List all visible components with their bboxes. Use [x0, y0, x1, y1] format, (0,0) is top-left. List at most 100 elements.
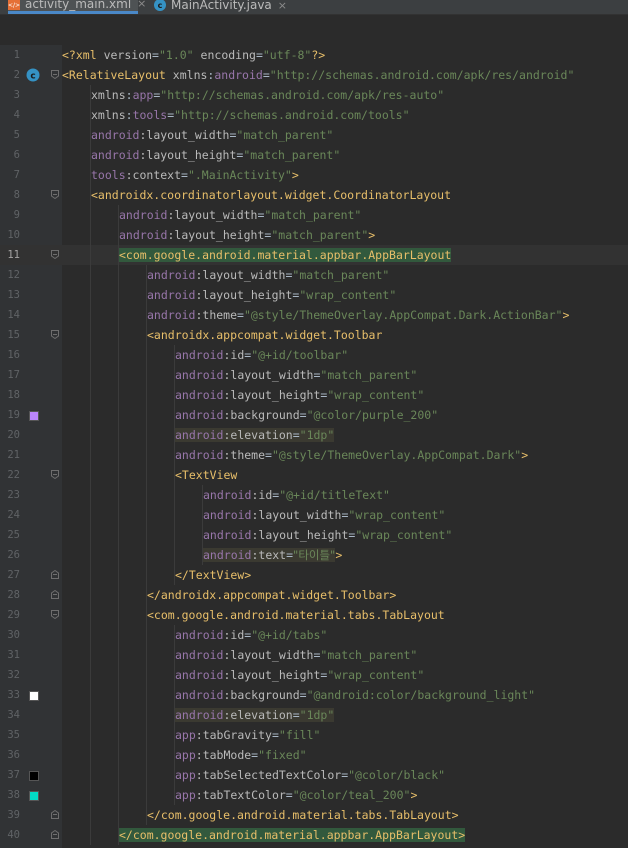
code-line[interactable]: 17 android:layout_width="match_parent" — [0, 365, 628, 385]
code-text[interactable]: <?xml version="1.0" encoding="utf-8"?> — [62, 45, 325, 65]
code-text[interactable]: <com.google.android.material.tabs.TabLay… — [62, 605, 445, 625]
code-line[interactable]: 40 </com.google.android.material.appbar.A… — [0, 825, 628, 845]
code-line[interactable]: 27 </TextView> — [0, 565, 628, 585]
code-text[interactable]: android:elevation="1dp" — [62, 425, 335, 445]
code-line[interactable]: 1 <?xml version="1.0" encoding="utf-8"?> — [0, 45, 628, 65]
code-text[interactable]: android:elevation="1dp" — [62, 705, 335, 725]
code-text[interactable]: android:layout_width="match_parent" — [62, 645, 417, 665]
code-text[interactable]: <TextView — [62, 465, 237, 485]
code-line[interactable]: 3 xmlns:app="http://schemas.android.com/a… — [0, 85, 628, 105]
code-text[interactable]: app:tabMode="fixed" — [62, 745, 307, 765]
fold-icon[interactable] — [51, 830, 59, 839]
code-text[interactable]: android:layout_width="match_parent" — [62, 125, 333, 145]
code-text[interactable]: xmlns:app="http://schemas.android.com/ap… — [62, 85, 444, 105]
fold-icon[interactable] — [51, 470, 59, 479]
fold-icon[interactable] — [51, 190, 59, 199]
code-line[interactable]: 31 android:layout_width="match_parent" — [0, 645, 628, 665]
code-text[interactable]: android:background="@android:color/backg… — [62, 685, 535, 705]
code-line[interactable]: 22 <TextView — [0, 465, 628, 485]
code-text[interactable]: android:id="@+id/tabs" — [62, 625, 327, 645]
code-text[interactable]: android:id="@+id/titleText" — [62, 485, 390, 505]
code-line[interactable]: 7 tools:context=".MainActivity"> — [0, 165, 628, 185]
code-line[interactable]: 35 app:tabGravity="fill" — [0, 725, 628, 745]
color-swatch-icon[interactable] — [29, 411, 39, 421]
code-text[interactable]: android:layout_height="match_parent" — [62, 145, 340, 165]
fold-icon[interactable] — [51, 330, 59, 339]
code-text[interactable]: </com.google.android.material.tabs.TabLa… — [62, 805, 459, 825]
code-text[interactable]: </com.google.android.material.appbar.App… — [62, 825, 466, 845]
code-line[interactable]: 26 android:text="타이틀"> — [0, 545, 628, 565]
code-text[interactable]: tools:context=".MainActivity"> — [62, 165, 299, 185]
code-line[interactable]: 20 android:elevation="1dp" — [0, 425, 628, 445]
code-text[interactable]: </androidx.appcompat.widget.Toolbar> — [62, 585, 396, 605]
code-line[interactable]: 32 android:layout_height="wrap_content" — [0, 665, 628, 685]
code-text[interactable]: android:id="@+id/toolbar" — [62, 345, 348, 365]
code-line[interactable]: 25 android:layout_height="wrap_content" — [0, 525, 628, 545]
code-line[interactable]: 19 android:background="@color/purple_200" — [0, 405, 628, 425]
color-swatch-icon[interactable] — [29, 791, 39, 801]
code-text[interactable]: <com.google.android.material.appbar.AppB… — [62, 245, 452, 265]
fold-icon[interactable] — [51, 810, 59, 819]
code-line[interactable]: 16 android:id="@+id/toolbar" — [0, 345, 628, 365]
code-line[interactable]: 34 android:elevation="1dp" — [0, 705, 628, 725]
code-text[interactable]: android:layout_width="match_parent" — [62, 365, 417, 385]
color-swatch-icon[interactable] — [29, 771, 39, 781]
code-text[interactable]: android:layout_height="wrap_content" — [62, 525, 452, 545]
fold-icon[interactable] — [51, 610, 59, 619]
code-line[interactable]: 15 <androidx.appcompat.widget.Toolbar — [0, 325, 628, 345]
code-line[interactable]: 8 <androidx.coordinatorlayout.widget.Coor… — [0, 185, 628, 205]
code-line[interactable]: 18 android:layout_height="wrap_content" — [0, 385, 628, 405]
code-text[interactable]: </TextView> — [62, 565, 251, 585]
tab-activity-main-xml[interactable]: </> activity_main.xml × — [8, 0, 146, 14]
color-swatch-icon[interactable] — [29, 691, 39, 701]
class-c-icon[interactable]: c — [26, 68, 40, 82]
code-text[interactable]: android:layout_height="match_parent"> — [62, 225, 375, 245]
code-line[interactable]: 14 android:theme="@style/ThemeOverlay.App… — [0, 305, 628, 325]
code-line[interactable]: 23 android:id="@+id/titleText" — [0, 485, 628, 505]
code-line[interactable]: 4 xmlns:tools="http://schemas.android.com… — [0, 105, 628, 125]
code-text[interactable]: android:background="@color/purple_200" — [62, 405, 438, 425]
code-text[interactable]: android:theme="@style/ThemeOverlay.AppCo… — [62, 305, 569, 325]
fold-icon[interactable] — [51, 570, 59, 579]
code-text[interactable]: <RelativeLayout xmlns:android="http://sc… — [62, 65, 574, 85]
code-line[interactable]: 10 android:layout_height="match_parent"> — [0, 225, 628, 245]
code-line[interactable]: 9 android:layout_width="match_parent" — [0, 205, 628, 225]
code-text[interactable]: android:theme="@style/ThemeOverlay.AppCo… — [62, 445, 528, 465]
code-line[interactable]: 6 android:layout_height="match_parent" — [0, 145, 628, 165]
code-text[interactable]: android:layout_height="wrap_content" — [62, 665, 424, 685]
close-icon[interactable]: × — [137, 0, 146, 10]
code-text[interactable]: app:tabGravity="fill" — [62, 725, 320, 745]
code-text[interactable]: android:layout_width="match_parent" — [62, 265, 389, 285]
code-line[interactable]: 36 app:tabMode="fixed" — [0, 745, 628, 765]
fold-icon[interactable] — [51, 590, 59, 599]
code-line[interactable]: 38 app:tabTextColor="@color/teal_200"> — [0, 785, 628, 805]
code-line[interactable]: 21 android:theme="@style/ThemeOverlay.App… — [0, 445, 628, 465]
code-text[interactable]: android:layout_height="wrap_content" — [62, 285, 396, 305]
code-line[interactable]: 37 app:tabSelectedTextColor="@color/black… — [0, 765, 628, 785]
code-line[interactable]: 5 android:layout_width="match_parent" — [0, 125, 628, 145]
code-editor[interactable]: 1 <?xml version="1.0" encoding="utf-8"?> 2… — [0, 45, 628, 845]
code-line[interactable]: 29 <com.google.android.material.tabs.TabL… — [0, 605, 628, 625]
code-line[interactable]: 12 android:layout_width="match_parent" — [0, 265, 628, 285]
code-line[interactable]: 39 </com.google.android.material.tabs.Tab… — [0, 805, 628, 825]
code-line[interactable]: 24 android:layout_width="wrap_content" — [0, 505, 628, 525]
tab-main-activity-java[interactable]: c MainActivity.java × — [154, 0, 287, 14]
code-text[interactable]: android:layout_width="match_parent" — [62, 205, 361, 225]
code-text[interactable]: <androidx.appcompat.widget.Toolbar — [62, 325, 382, 345]
close-icon[interactable]: × — [278, 0, 287, 12]
code-line[interactable]: 2 c <RelativeLayout xmlns:android="http://… — [0, 65, 628, 85]
code-line[interactable]: 28 </androidx.appcompat.widget.Toolbar> — [0, 585, 628, 605]
code-line[interactable]: 11 <com.google.android.material.appbar.Ap… — [0, 245, 628, 265]
code-text[interactable]: app:tabTextColor="@color/teal_200"> — [62, 785, 417, 805]
fold-icon[interactable] — [51, 70, 59, 79]
code-text[interactable]: xmlns:tools="http://schemas.android.com/… — [62, 105, 410, 125]
fold-icon[interactable] — [51, 250, 59, 259]
code-text[interactable]: <androidx.coordinatorlayout.widget.Coord… — [62, 185, 451, 205]
code-line[interactable]: 30 android:id="@+id/tabs" — [0, 625, 628, 645]
code-line[interactable]: 33 android:background="@android:color/bac… — [0, 685, 628, 705]
code-text[interactable]: app:tabSelectedTextColor="@color/black" — [62, 765, 445, 785]
code-text[interactable]: android:layout_height="wrap_content" — [62, 385, 424, 405]
code-line[interactable]: 13 android:layout_height="wrap_content" — [0, 285, 628, 305]
code-text[interactable]: android:text="타이틀"> — [62, 545, 342, 565]
code-text[interactable]: android:layout_width="wrap_content" — [62, 505, 445, 525]
